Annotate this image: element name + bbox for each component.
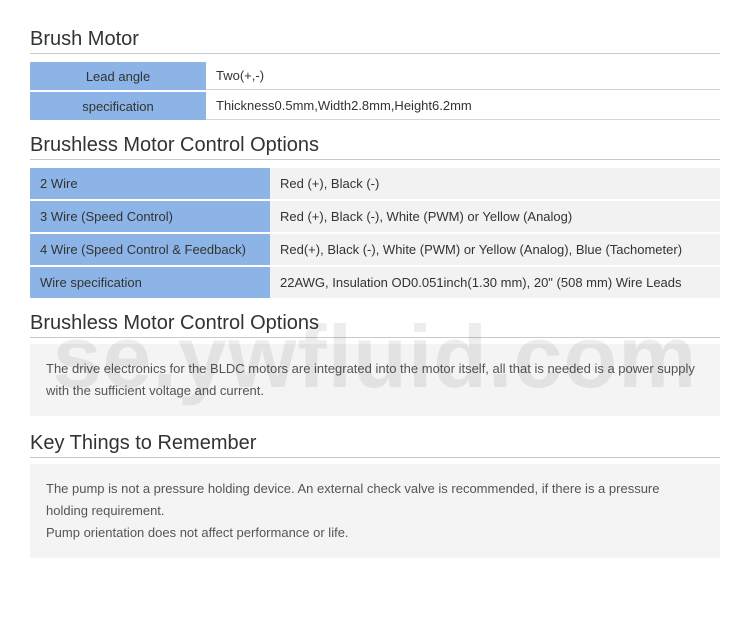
table-row: 2 Wire Red (+), Black (-) (30, 168, 720, 199)
row-label: Lead angle (30, 62, 206, 90)
table-row: Wire specification 22AWG, Insulation OD0… (30, 267, 720, 298)
table-row: specification Thickness0.5mm,Width2.8mm,… (30, 92, 720, 120)
row-value: Red(+), Black (-), White (PWM) or Yellow… (270, 234, 720, 265)
section-title-brushless-options: Brushless Motor Control Options (30, 134, 720, 160)
brush-motor-table: Lead angle Two(+,-) specification Thickn… (30, 60, 720, 122)
table-row: Lead angle Two(+,-) (30, 62, 720, 90)
table-row: 4 Wire (Speed Control & Feedback) Red(+)… (30, 234, 720, 265)
row-label: 3 Wire (Speed Control) (30, 201, 270, 232)
row-value: Red (+), Black (-), White (PWM) or Yello… (270, 201, 720, 232)
section-title-brushless-options-note: Brushless Motor Control Options (30, 312, 720, 338)
row-value: Thickness0.5mm,Width2.8mm,Height6.2mm (206, 92, 720, 120)
row-value: 22AWG, Insulation OD0.051inch(1.30 mm), … (270, 267, 720, 298)
row-label: specification (30, 92, 206, 120)
row-label: 2 Wire (30, 168, 270, 199)
note-box-key-things: The pump is not a pressure holding devic… (30, 464, 720, 558)
brushless-options-table: 2 Wire Red (+), Black (-) 3 Wire (Speed … (30, 166, 720, 300)
section-title-key-things: Key Things to Remember (30, 432, 720, 458)
row-label: 4 Wire (Speed Control & Feedback) (30, 234, 270, 265)
section-title-brush-motor: Brush Motor (30, 28, 720, 54)
note-box-drive-electronics: The drive electronics for the BLDC motor… (30, 344, 720, 416)
table-row: 3 Wire (Speed Control) Red (+), Black (-… (30, 201, 720, 232)
row-value: Two(+,-) (206, 62, 720, 90)
row-value: Red (+), Black (-) (270, 168, 720, 199)
row-label: Wire specification (30, 267, 270, 298)
